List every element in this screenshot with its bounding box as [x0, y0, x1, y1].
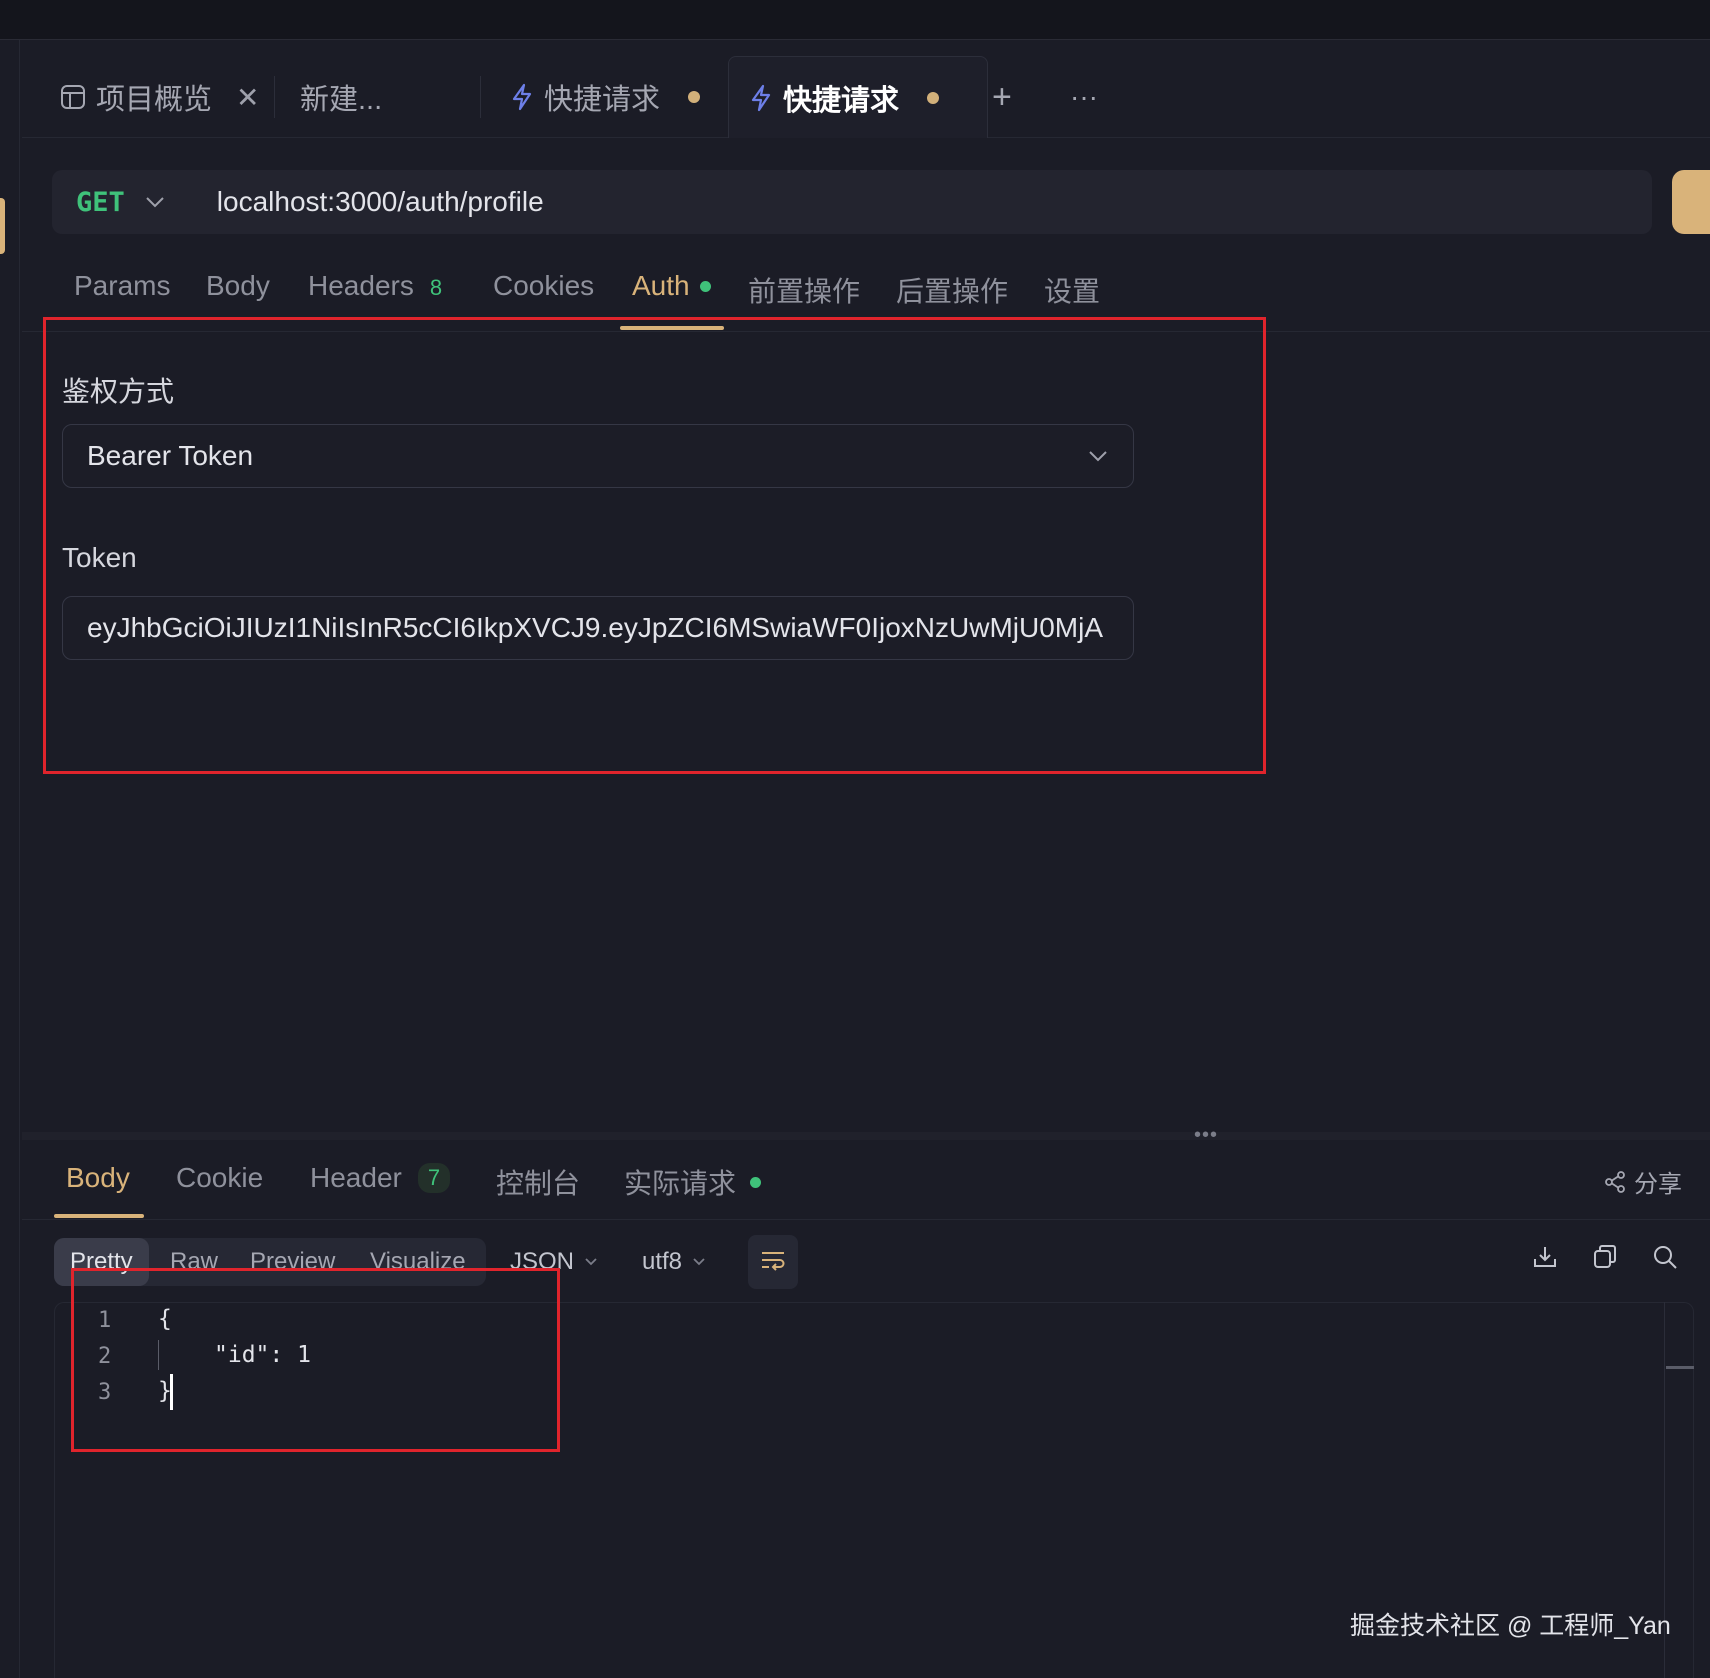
tab-separator — [480, 76, 481, 118]
window-top-bar — [0, 0, 1710, 40]
tab-label: 项目概览 — [96, 84, 213, 116]
add-tab-button[interactable]: + — [992, 56, 1012, 138]
tab-cookies[interactable]: Cookies — [493, 270, 594, 302]
tab-label: Headers — [308, 270, 414, 301]
tab-label: Body — [206, 270, 270, 301]
tab-label: 控制台 — [496, 1168, 581, 1199]
share-icon — [1604, 1170, 1626, 1193]
wrap-icon — [760, 1249, 786, 1276]
tab-label: 快捷请求 — [544, 84, 661, 116]
annotation-box-auth — [43, 317, 1266, 774]
tab-separator — [274, 76, 275, 118]
tab-params[interactable]: Params — [74, 270, 170, 302]
chevron-down-icon[interactable] — [145, 195, 165, 209]
tab-response-header[interactable]: Header 7 — [310, 1162, 451, 1194]
response-tabs: Body Cookie Header 7 控制台 实际请求 分享 — [22, 1142, 1710, 1220]
tab-headers[interactable]: Headers 8 — [308, 270, 442, 302]
tab-quick-request-2[interactable]: 快捷请求 — [728, 56, 988, 138]
tab-label: Header — [310, 1162, 402, 1193]
header-count-badge: 7 — [417, 1163, 451, 1193]
tab-new[interactable]: 新建... — [300, 56, 382, 138]
chevron-down-icon — [692, 1257, 706, 1267]
encoding-select[interactable]: utf8 — [642, 1238, 706, 1286]
tab-response-cookie[interactable]: Cookie — [176, 1162, 263, 1194]
tab-label: 设置 — [1044, 276, 1101, 307]
tab-label: 后置操作 — [896, 276, 1009, 307]
unsaved-dot — [927, 91, 940, 104]
headers-count-badge: 8 — [429, 275, 443, 300]
tab-label: Params — [74, 270, 171, 301]
tab-bar: 项目概览 ✕ 新建... 快捷请求 快捷请求 + ··· — [22, 56, 1710, 138]
tab-settings[interactable]: 设置 — [1044, 270, 1100, 310]
search-icon[interactable] — [1652, 1244, 1678, 1270]
tab-label: 实际请求 — [624, 1168, 737, 1199]
actual-request-dot — [750, 1176, 762, 1188]
tab-label: Cookies — [493, 270, 595, 301]
tab-post-operations[interactable]: 后置操作 — [896, 270, 1008, 310]
rail-indicator — [0, 198, 5, 254]
url-input[interactable]: localhost:3000/auth/profile — [217, 186, 544, 218]
tab-label: Cookie — [176, 1162, 264, 1193]
auth-active-dot — [699, 280, 711, 292]
url-bar: GET localhost:3000/auth/profile — [52, 170, 1652, 234]
tab-auth[interactable]: Auth — [632, 270, 711, 302]
encoding-value: utf8 — [642, 1248, 683, 1275]
panel-splitter[interactable]: ••• — [22, 1124, 1710, 1146]
tab-quick-request-1[interactable]: 快捷请求 — [510, 56, 701, 138]
left-rail — [0, 40, 20, 1678]
annotation-box-response — [71, 1268, 560, 1452]
close-icon[interactable]: ✕ — [236, 81, 259, 114]
tab-label: 前置操作 — [748, 276, 861, 307]
send-button[interactable] — [1672, 170, 1710, 234]
word-wrap-button[interactable] — [748, 1235, 798, 1289]
tab-response-body[interactable]: Body — [66, 1162, 130, 1194]
layout-icon — [60, 84, 86, 110]
tab-label: Body — [66, 1162, 130, 1193]
more-tabs-button[interactable]: ··· — [1070, 56, 1098, 138]
scroll-thumb[interactable] — [1666, 1366, 1694, 1369]
watermark: 掘金技术社区 @ 工程师_Yan — [1350, 1612, 1671, 1640]
tab-project-overview[interactable]: 项目概览 ✕ — [60, 56, 259, 138]
copy-icon[interactable] — [1592, 1244, 1618, 1270]
active-tab-underline — [54, 1214, 144, 1218]
tab-actual-request[interactable]: 实际请求 — [624, 1162, 762, 1202]
chevron-down-icon — [584, 1257, 598, 1267]
tab-label: 快捷请求 — [783, 84, 900, 117]
tab-console[interactable]: 控制台 — [496, 1162, 580, 1202]
share-button[interactable]: 分享 — [1604, 1164, 1682, 1199]
lightning-icon — [510, 83, 534, 111]
download-icon[interactable] — [1532, 1244, 1558, 1270]
method-select[interactable]: GET — [76, 187, 125, 218]
tab-pre-operations[interactable]: 前置操作 — [748, 270, 860, 310]
tab-label: 新建... — [300, 84, 383, 116]
tab-label: Auth — [632, 270, 690, 301]
unsaved-dot — [688, 91, 701, 103]
share-label: 分享 — [1634, 1171, 1682, 1198]
tab-body[interactable]: Body — [206, 270, 270, 302]
lightning-icon — [749, 84, 773, 112]
